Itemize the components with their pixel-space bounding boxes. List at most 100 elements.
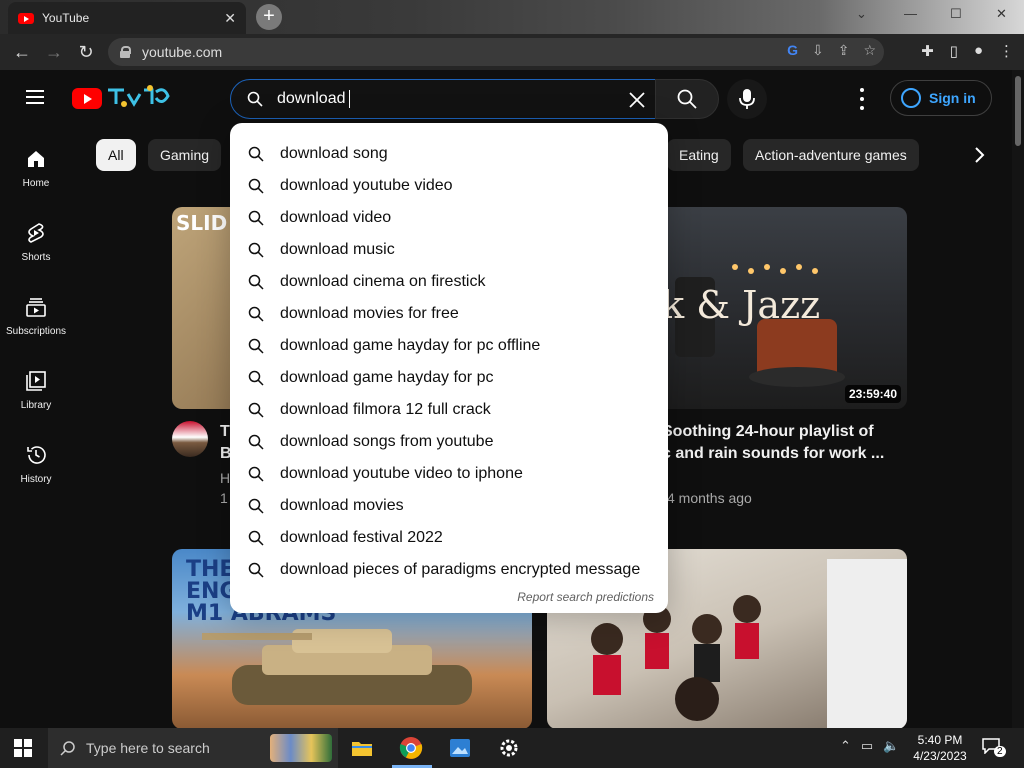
tray-chevron-up-icon[interactable]: ⌃ <box>840 738 851 754</box>
chip-action-adventure-games[interactable]: Action-adventure games <box>743 139 919 171</box>
profile-icon[interactable]: ● <box>974 42 983 60</box>
sidebar-item-shorts[interactable]: Shorts <box>0 200 72 270</box>
video-title-line2[interactable]: c and rain sounds for work ... <box>662 443 884 465</box>
notification-center-icon[interactable]: 2 <box>982 738 1006 758</box>
clear-search-icon[interactable] <box>627 90 647 110</box>
mini-guide-sidebar: Home Shorts Subscriptions Library Histor… <box>0 126 72 726</box>
sidebar-item-subscriptions[interactable]: Subscriptions <box>0 274 72 344</box>
search-suggestions-dropdown: Report search predictions download song d… <box>230 123 668 613</box>
extensions-icon[interactable]: ✚ <box>921 42 934 60</box>
tab-close-icon[interactable]: ✕ <box>224 10 236 27</box>
guide-menu-icon[interactable] <box>26 90 44 104</box>
network-icon[interactable]: ▭ <box>861 738 873 754</box>
suggestion-text: download movies for free <box>280 305 459 322</box>
sidebar-item-home[interactable]: Home <box>0 126 72 196</box>
scrollbar-thumb[interactable] <box>1015 76 1021 146</box>
search-icon <box>248 466 264 482</box>
chip-label: Gaming <box>160 147 210 163</box>
chrome-menu-icon[interactable]: ⋮ <box>999 42 1014 60</box>
clock-time: 5:40 PM <box>917 733 963 747</box>
minimize-button[interactable]: — <box>904 6 917 21</box>
sign-in-button[interactable]: Sign in <box>890 80 992 116</box>
sidebar-item-library[interactable]: Library <box>0 348 72 418</box>
search-suggestion-item[interactable]: download songs from youtube <box>230 426 668 458</box>
search-icon <box>677 89 697 109</box>
search-suggestion-item[interactable]: download movies for free <box>230 298 668 330</box>
notification-count-badge: 2 <box>994 746 1006 757</box>
maximize-button[interactable]: ☐ <box>950 6 962 22</box>
forward-arrow-icon[interactable]: → <box>38 42 70 63</box>
settings-gear-icon[interactable] <box>497 736 521 760</box>
address-bar[interactable]: youtube.com G ⇩ ⇪ ☆ <box>108 38 884 66</box>
system-tray: ⌃ ▭ 🔈 <box>840 738 899 754</box>
search-icon <box>248 146 264 162</box>
windows-start-icon[interactable] <box>14 739 32 757</box>
install-icon[interactable]: ⇩ <box>812 42 824 59</box>
search-suggestion-item[interactable]: download music <box>230 234 668 266</box>
video-title[interactable]: Soothing 24-hour playlist of <box>662 421 874 443</box>
chevron-right-icon[interactable] <box>968 144 990 166</box>
library-icon <box>26 371 46 391</box>
search-suggestion-item[interactable]: download game hayday for pc <box>230 362 668 394</box>
search-suggestion-item[interactable]: download song <box>230 138 668 170</box>
reload-icon[interactable]: ↻ <box>70 42 102 63</box>
search-suggestion-item[interactable]: download game hayday for pc offline <box>230 330 668 362</box>
youtube-logo-icon[interactable] <box>72 88 102 109</box>
settings-more-icon[interactable] <box>852 88 872 110</box>
search-icon <box>248 434 264 450</box>
channel-avatar[interactable] <box>172 421 208 457</box>
bookmark-star-icon[interactable]: ☆ <box>863 42 876 59</box>
video-channel[interactable]: H <box>220 470 230 486</box>
search-input[interactable]: download <box>277 89 350 108</box>
search-box[interactable]: download <box>230 79 656 119</box>
taskbar-clock[interactable]: 5:40 PM 4/23/2023 <box>908 732 972 764</box>
video-duration-badge: 23:59:40 <box>844 385 901 403</box>
suggestion-text: download music <box>280 241 395 258</box>
photos-icon[interactable] <box>448 736 472 760</box>
search-suggestion-item[interactable]: download movies <box>230 490 668 522</box>
chrome-icon[interactable] <box>399 736 423 760</box>
suggestion-text: download festival 2022 <box>280 529 443 546</box>
report-search-predictions-link[interactable]: Report search predictions <box>517 590 654 604</box>
search-highlight-icon[interactable] <box>270 734 332 762</box>
search-suggestion-item[interactable]: download youtube video to iphone <box>230 458 668 490</box>
search-button[interactable] <box>655 79 719 119</box>
google-icon[interactable]: G <box>787 42 798 59</box>
chip-all[interactable]: All <box>96 139 136 171</box>
back-arrow-icon[interactable]: ← <box>6 42 38 63</box>
browser-tab[interactable]: YouTube ✕ <box>8 2 246 34</box>
close-window-button[interactable]: ✕ <box>996 6 1007 22</box>
chip-eating[interactable]: Eating <box>667 139 731 171</box>
history-icon <box>27 446 46 464</box>
search-suggestion-item[interactable]: download youtube video <box>230 170 668 202</box>
search-icon <box>248 306 264 322</box>
share-icon[interactable]: ⇪ <box>838 42 850 59</box>
suggestion-text: download game hayday for pc <box>280 369 494 386</box>
chevron-down-icon[interactable]: ⌄ <box>856 6 867 22</box>
new-tab-button[interactable]: + <box>256 4 282 30</box>
suggestion-text: download cinema on firestick <box>280 273 486 290</box>
search-icon <box>248 242 264 258</box>
youtube-doodle-logo-icon[interactable] <box>104 84 172 110</box>
search-suggestion-item[interactable]: download video <box>230 202 668 234</box>
search-suggestion-item[interactable]: download festival 2022 <box>230 522 668 554</box>
search-icon <box>248 562 264 578</box>
sidebar-item-history[interactable]: History <box>0 422 72 492</box>
sidebar-label: Subscriptions <box>5 326 67 337</box>
volume-icon[interactable]: 🔈 <box>883 738 899 754</box>
search-suggestion-item[interactable]: download filmora 12 full crack <box>230 394 668 426</box>
side-panel-icon[interactable]: ▯ <box>950 42 958 60</box>
chip-label: All <box>108 147 124 163</box>
voice-search-button[interactable] <box>727 79 767 119</box>
chip-gaming[interactable]: Gaming <box>148 139 222 171</box>
page-scrollbar[interactable] <box>1012 70 1024 728</box>
youtube-masthead: download Sign in <box>0 70 1024 126</box>
search-suggestion-item[interactable]: download pieces of paradigms encrypted m… <box>230 554 668 586</box>
user-circle-icon <box>901 88 921 108</box>
taskbar-search-box[interactable]: Type here to search <box>48 728 338 768</box>
file-explorer-icon[interactable] <box>350 736 374 760</box>
search-icon <box>248 178 264 194</box>
search-suggestion-item[interactable]: download cinema on firestick <box>230 266 668 298</box>
suggestion-text: download video <box>280 209 392 226</box>
video-title[interactable]: T <box>220 421 230 443</box>
